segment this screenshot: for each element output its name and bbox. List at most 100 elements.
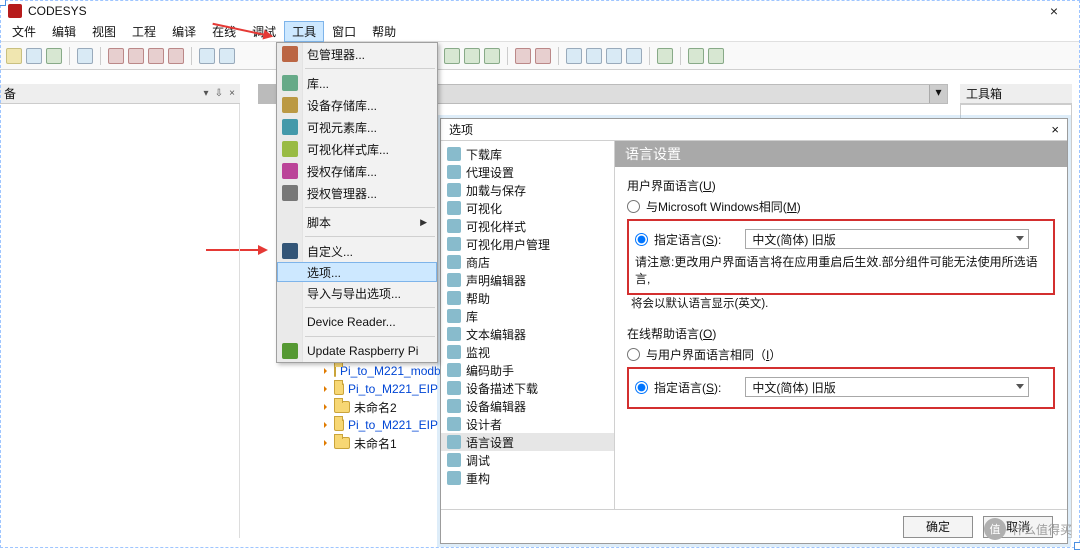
tool-paste-icon[interactable]: [148, 48, 164, 64]
project-tree-item[interactable]: 未命名2: [322, 398, 438, 416]
tool-delete-icon[interactable]: [168, 48, 184, 64]
tools-menu-item[interactable]: Device Reader...: [277, 311, 437, 333]
tool-misc-icon[interactable]: [708, 48, 724, 64]
menu-window[interactable]: 窗口: [324, 21, 364, 42]
dialog-close-icon[interactable]: ×: [1051, 122, 1059, 137]
options-category-item[interactable]: 可视化: [441, 199, 614, 217]
options-category-item[interactable]: 可视化样式: [441, 217, 614, 235]
menu-build[interactable]: 编译: [164, 21, 204, 42]
options-category-item[interactable]: 重构: [441, 469, 614, 487]
menu-project[interactable]: 工程: [124, 21, 164, 42]
tools-menu-item[interactable]: 库...: [277, 72, 437, 94]
tools-menu-item[interactable]: 授权管理器...: [277, 182, 437, 204]
tools-menu-dropdown: 包管理器... 库...设备存储库...可视元素库...可视化样式库...授权存储…: [276, 42, 438, 363]
project-tree-label: Pi_to_M221_modbus: [340, 364, 453, 378]
category-icon: [447, 237, 461, 251]
project-tree-item[interactable]: 未命名1: [322, 434, 438, 452]
panel-pin-icon[interactable]: ⇩: [214, 89, 224, 99]
category-label: 文本编辑器: [466, 326, 526, 343]
tools-menu-item[interactable]: 包管理器...: [277, 43, 437, 65]
category-icon: [447, 453, 461, 467]
menu-item-icon: [282, 343, 298, 359]
options-category-item[interactable]: 代理设置: [441, 163, 614, 181]
tool-break-icon[interactable]: [626, 48, 642, 64]
radio-help-same-as-ui[interactable]: [627, 348, 640, 361]
tool-trace-icon[interactable]: [688, 48, 704, 64]
tool-stepover-icon[interactable]: [586, 48, 602, 64]
options-category-item[interactable]: 语言设置: [441, 433, 614, 451]
panel-close-icon[interactable]: ×: [227, 89, 237, 99]
toolbar: [0, 42, 1080, 70]
tool-open-icon[interactable]: [26, 48, 42, 64]
ui-language-select[interactable]: 中文(简体) 旧版: [745, 229, 1029, 249]
folder-icon: [334, 365, 336, 377]
tools-menu-item[interactable]: 自定义...: [277, 240, 437, 262]
tools-menu-item[interactable]: Update Raspberry Pi: [277, 340, 437, 362]
tools-menu-item[interactable]: 可视化样式库...: [277, 138, 437, 160]
options-category-item[interactable]: 设备编辑器: [441, 397, 614, 415]
ok-button[interactable]: 确定: [903, 516, 973, 538]
options-category-item[interactable]: 调试: [441, 451, 614, 469]
category-label: 库: [466, 308, 478, 325]
options-category-item[interactable]: 库: [441, 307, 614, 325]
tool-logout-icon[interactable]: [484, 48, 500, 64]
menu-item-label: 包管理器...: [307, 46, 365, 63]
tools-menu-item[interactable]: 选项...: [277, 262, 437, 282]
tool-stop-icon[interactable]: [535, 48, 551, 64]
tools-menu-item[interactable]: 脚本▶: [277, 211, 437, 233]
menu-edit[interactable]: 编辑: [44, 21, 84, 42]
project-tree-item[interactable]: Pi_to_M221_EIP: [322, 380, 438, 398]
options-category-item[interactable]: 下载库: [441, 145, 614, 163]
editor-tab-left-icon[interactable]: [259, 85, 277, 103]
tool-step-icon[interactable]: [566, 48, 582, 64]
expand-arrow-icon: [324, 404, 330, 410]
tool-copy-icon[interactable]: [128, 48, 144, 64]
panel-menu-icon[interactable]: ▾: [201, 89, 211, 99]
tools-menu-item[interactable]: 可视元素库...: [277, 116, 437, 138]
tool-new-icon[interactable]: [6, 48, 22, 64]
category-label: 可视化用户管理: [466, 236, 550, 253]
tool-save-icon[interactable]: [46, 48, 62, 64]
options-category-item[interactable]: 帮助: [441, 289, 614, 307]
menu-file[interactable]: 文件: [4, 21, 44, 42]
project-tree-item[interactable]: Pi_to_M221_EIP: [322, 416, 438, 434]
options-category-item[interactable]: 可视化用户管理: [441, 235, 614, 253]
options-category-item[interactable]: 文本编辑器: [441, 325, 614, 343]
tools-menu-item[interactable]: 授权存储库...: [277, 160, 437, 182]
editor-tab-dropdown-icon[interactable]: ▾: [929, 85, 947, 103]
options-category-list[interactable]: 下载库代理设置加载与保存可视化可视化样式可视化用户管理商店声明编辑器帮助库文本编…: [441, 141, 615, 509]
tools-menu-item[interactable]: 导入与导出选项...: [277, 282, 437, 304]
options-category-item[interactable]: 商店: [441, 253, 614, 271]
tool-stepout-icon[interactable]: [606, 48, 622, 64]
tool-build-icon[interactable]: [444, 48, 460, 64]
tools-menu-item[interactable]: 设备存储库...: [277, 94, 437, 116]
radio-ui-specific[interactable]: [635, 233, 648, 246]
options-category-item[interactable]: 声明编辑器: [441, 271, 614, 289]
radio-help-specific[interactable]: [635, 381, 648, 394]
help-language-select[interactable]: 中文(简体) 旧版: [745, 377, 1029, 397]
tool-watch-icon[interactable]: [657, 48, 673, 64]
radio-ui-same-as-windows[interactable]: [627, 200, 640, 213]
ui-language-group-label: 用户界面语言(U): [627, 177, 1055, 194]
tool-run-icon[interactable]: [515, 48, 531, 64]
window-close-icon[interactable]: ×: [1050, 3, 1058, 19]
tool-cut-icon[interactable]: [108, 48, 124, 64]
menu-view[interactable]: 视图: [84, 21, 124, 42]
options-category-item[interactable]: 设备描述下载: [441, 379, 614, 397]
tool-findnext-icon[interactable]: [219, 48, 235, 64]
menu-item-label: 授权管理器...: [307, 185, 377, 202]
options-category-item[interactable]: 监视: [441, 343, 614, 361]
tool-print-icon[interactable]: [77, 48, 93, 64]
menu-online[interactable]: 在线: [204, 21, 244, 42]
menu-item-icon: [282, 75, 298, 91]
menu-tools[interactable]: 工具: [284, 21, 324, 42]
options-category-item[interactable]: 编码助手: [441, 361, 614, 379]
options-category-item[interactable]: 设计者: [441, 415, 614, 433]
menu-help[interactable]: 帮助: [364, 21, 404, 42]
category-label: 设备描述下载: [466, 380, 538, 397]
project-tree-item[interactable]: Pi_to_M221_modbus: [322, 362, 438, 380]
tool-find-icon[interactable]: [199, 48, 215, 64]
menu-item-label: 导入与导出选项...: [307, 285, 401, 302]
tool-login-icon[interactable]: [464, 48, 480, 64]
options-category-item[interactable]: 加载与保存: [441, 181, 614, 199]
